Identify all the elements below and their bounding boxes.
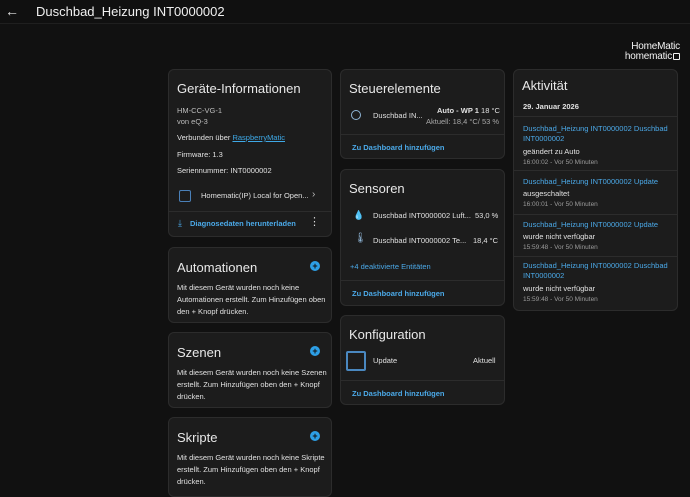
add-scene-button[interactable]: + [310, 346, 320, 356]
add-script-button[interactable]: + [310, 431, 320, 441]
activity-message: wurde nicht verfügbar [523, 284, 596, 293]
device-manufacturer: von eQ-3 [177, 117, 208, 126]
serial-number: Seriennummer: INT0000002 [177, 166, 272, 175]
automations-text: Mit diesem Gerät wurden noch keine Autom… [177, 283, 326, 316]
activity-title: Aktivität [522, 78, 568, 93]
activity-entity-link[interactable]: Duschbad_Heizung INT0000002 Duschbad INT… [523, 124, 673, 144]
thermostat-icon [351, 110, 361, 120]
divider [514, 170, 677, 171]
activity-message: geändert zu Auto [523, 147, 580, 156]
sensors-card: Sensoren 💧 Duschbad INT0000002 Luft... 5… [340, 169, 505, 306]
activity-entity-link[interactable]: Duschbad_Heizung INT0000002 Update [523, 177, 658, 187]
activity-entity-link[interactable]: Duschbad_Heizung INT0000002 Update [523, 220, 658, 230]
sensor-row[interactable]: 🌡 Duschbad INT0000002 Te... 18,4 °C [341, 231, 504, 249]
divider [514, 214, 677, 215]
add-to-dashboard-button[interactable]: Zu Dashboard hinzufügen [352, 389, 445, 398]
sensor-row[interactable]: 💧 Duschbad INT0000002 Luft... 53,0 % [341, 206, 504, 224]
activity-time: 16:00:01 - Vor 50 Minuten [523, 201, 598, 208]
scenes-text: Mit diesem Gerät wurden noch keine Szene… [177, 368, 327, 401]
scripts-text: Mit diesem Gerät wurden noch keine Skrip… [177, 453, 325, 486]
activity-entity-link[interactable]: Duschbad_Heizung INT0000002 Duschbad INT… [523, 261, 673, 281]
climate-mode-label: Auto - WP 1 [437, 106, 479, 115]
back-arrow-icon[interactable]: ← [4, 3, 20, 19]
integration-label: Homematic(IP) Local for Open... [201, 191, 309, 200]
update-entity-row[interactable]: Update Aktuell [341, 348, 504, 374]
scenes-title: Szenen [177, 345, 222, 360]
device-info-card: Geräte-Informationen HM-CC-VG-1 von eQ-3… [168, 69, 332, 237]
sensor-value: 18,4 °C [473, 236, 499, 245]
divider [341, 380, 504, 381]
activity-entry: Duschbad_Heizung INT0000002 Duschbad INT… [514, 258, 677, 310]
download-diagnostics-button[interactable]: Diagnosedaten herunterladen [190, 219, 296, 228]
activity-time: 15:59:48 - Vor 50 Minuten [523, 296, 598, 303]
configuration-card: Konfiguration Update Aktuell Zu Dashboar… [340, 315, 505, 405]
update-icon [346, 351, 366, 371]
update-state: Aktuell [473, 356, 496, 365]
divider [169, 211, 331, 212]
add-to-dashboard-button[interactable]: Zu Dashboard hinzufügen [352, 289, 445, 298]
raspberrymatic-link[interactable]: RaspberryMatic [232, 133, 285, 142]
activity-time: 15:59:48 - Vor 50 Minuten [523, 244, 598, 251]
activity-card: Aktivität 29. Januar 2026 Duschbad_Heizu… [513, 69, 678, 311]
scripts-title: Skripte [177, 430, 218, 445]
logo-box-icon [673, 52, 680, 60]
climate-entity-row[interactable]: Duschbad IN... Auto - WP 1 18 °C Aktuell… [341, 102, 504, 130]
page-title: Duschbad_Heizung INT0000002 [36, 4, 225, 19]
humidity-icon: 💧 [353, 210, 365, 220]
add-automation-button[interactable]: + [310, 261, 320, 271]
climate-mode: Auto - WP 1 18 °C [437, 106, 500, 115]
homematic-logo: HomeMatic homematic [625, 42, 680, 62]
top-app-bar: ← Duschbad_Heizung INT0000002 [0, 0, 690, 24]
connected-prefix: Verbunden über [177, 133, 233, 142]
download-icon: ⤓ [178, 218, 182, 228]
climate-entity-name: Duschbad IN... [373, 111, 423, 120]
activity-message: wurde nicht verfügbar [523, 232, 596, 241]
divider [341, 280, 504, 281]
scripts-card: Skripte + Mit diesem Gerät wurden noch k… [168, 417, 332, 497]
sensor-name: Duschbad INT0000002 Te... [373, 236, 467, 245]
integration-icon [179, 190, 191, 202]
climate-target: 18 °C [481, 106, 500, 115]
connected-via: Verbunden über RaspberryMatic [177, 133, 285, 142]
activity-entry: Duschbad_Heizung INT0000002 Update wurde… [514, 216, 677, 256]
sensors-title: Sensoren [349, 181, 405, 196]
divider [514, 256, 677, 257]
update-name: Update [373, 356, 398, 365]
configuration-title: Konfiguration [349, 327, 426, 342]
activity-time: 16:00:02 - Vor 50 Minuten [523, 159, 598, 166]
activity-entry: Duschbad_Heizung INT0000002 Update ausge… [514, 172, 677, 212]
chevron-right-icon: › [312, 189, 316, 200]
disabled-entities-link[interactable]: +4 deaktivierte Entitäten [350, 262, 431, 272]
sensor-value: 53,0 % [475, 211, 499, 220]
scenes-card: Szenen + Mit diesem Gerät wurden noch ke… [168, 332, 332, 408]
controls-title: Steuerelemente [349, 81, 441, 96]
divider [514, 116, 677, 117]
divider [341, 134, 504, 135]
activity-entry: Duschbad_Heizung INT0000002 Duschbad INT… [514, 118, 677, 170]
more-vert-icon[interactable]: ⋮ [309, 215, 320, 228]
add-to-dashboard-button[interactable]: Zu Dashboard hinzufügen [352, 143, 445, 152]
thermometer-icon: 🌡 [354, 233, 367, 244]
controls-card: Steuerelemente Duschbad IN... Auto - WP … [340, 69, 505, 159]
device-model: HM-CC-VG-1 [177, 106, 222, 115]
automations-title: Automationen [177, 260, 258, 275]
firmware: Firmware: 1.3 [177, 150, 223, 159]
device-info-title: Geräte-Informationen [177, 81, 301, 96]
automations-card: Automationen + Mit diesem Gerät wurden n… [168, 247, 332, 323]
integration-row[interactable]: Homematic(IP) Local for Open... › [169, 184, 331, 208]
activity-date: 29. Januar 2026 [523, 102, 579, 111]
climate-current: Aktuell: 18,4 °C/ 53 % [426, 117, 500, 126]
sensor-name: Duschbad INT0000002 Luft... [373, 211, 471, 220]
activity-message: ausgeschaltet [523, 189, 570, 198]
logo-line-2: homematic [624, 51, 672, 62]
